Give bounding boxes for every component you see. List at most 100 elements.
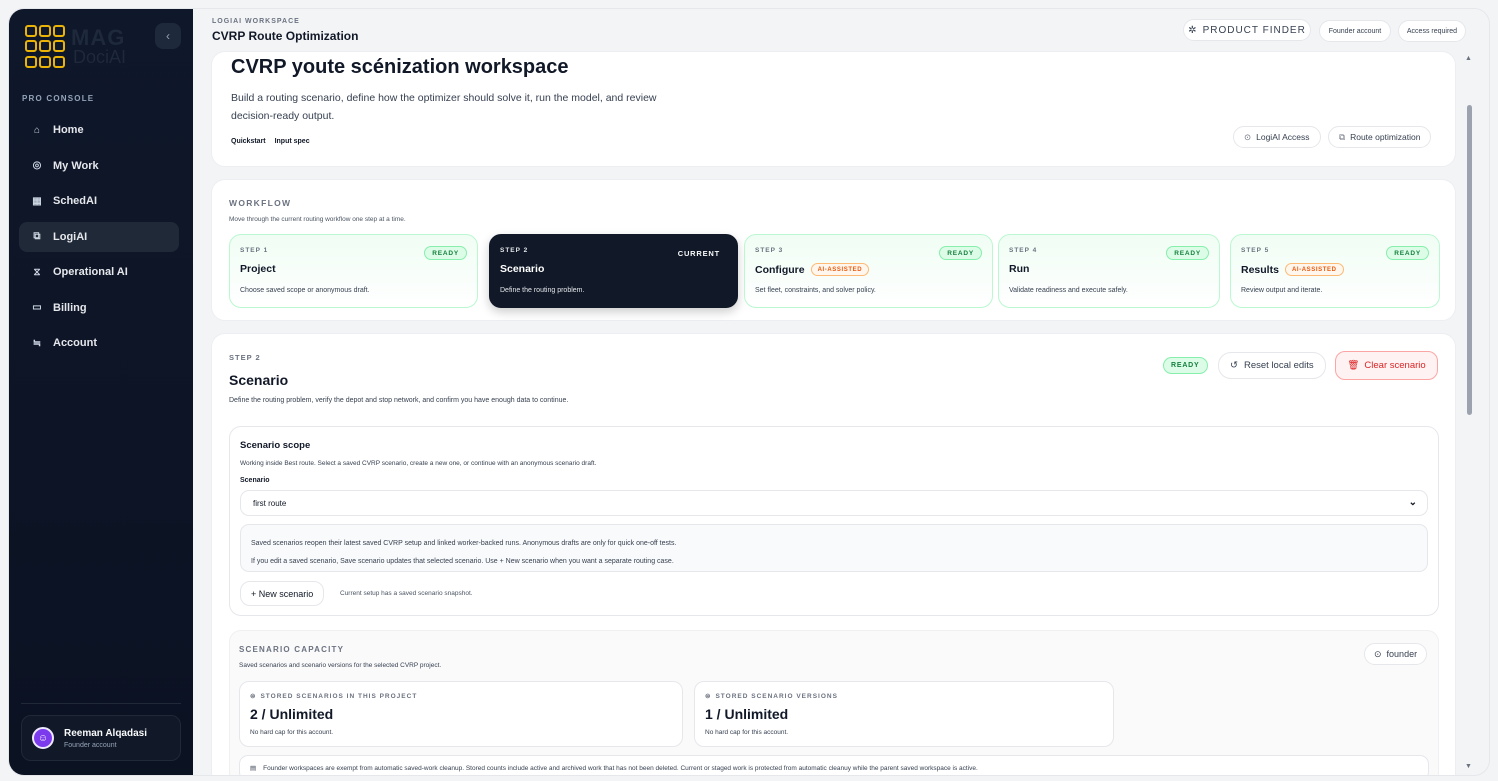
credit-card-icon: ▭ [32, 302, 42, 313]
scenario-select[interactable]: first route ⌄ [240, 490, 1428, 516]
calendar-icon: ▦ [32, 195, 42, 207]
sidebar-nav: ⌂ Home ◎ My Work ▦ SchedAI ⧉ LogiAI ⧖ Op… [19, 115, 179, 364]
database-icon: ⊜ [705, 693, 712, 700]
capacity-description: Saved scenarios and scenario versions fo… [239, 662, 442, 669]
home-icon: ⌂ [33, 124, 41, 136]
stat-value: 1 / Unlimited [705, 706, 789, 722]
hero-description: Build a routing scenario, define how the… [231, 92, 657, 122]
step-label: STEP 2 [229, 353, 261, 362]
logo-subtext: DociAI [73, 47, 127, 67]
founder-pill: ⊙ founder [1364, 643, 1428, 665]
reset-label: Reset local edits [1243, 360, 1314, 371]
clear-scenario-button[interactable]: 🗑 Clear scenario [1335, 351, 1438, 380]
chevron-down-icon: ⌄ [1408, 497, 1417, 508]
stored-versions-stat: ⊜ STORED SCENARIO VERSIONS 1 / Unlimited … [694, 681, 1114, 747]
undo-icon: ↺ [1230, 360, 1238, 371]
step-number: STEP 4 [1009, 247, 1038, 254]
scenario-select-value: first route [253, 498, 287, 508]
founder-account-badge: Founder account [1319, 20, 1391, 42]
sidebar-item-my-work[interactable]: ◎ My Work [19, 151, 179, 181]
sidebar-item-operational-ai[interactable]: ⧖ Operational AI [19, 257, 179, 287]
sidebar-item-billing[interactable]: ▭ Billing [19, 293, 179, 323]
status-badge: CURRENT [677, 248, 720, 258]
step-title: Project [240, 263, 276, 275]
ai-assisted-badge: AI-ASSISTED [810, 263, 870, 276]
status-badge: READY [939, 246, 982, 260]
collapse-sidebar-button[interactable]: ‹ [155, 23, 181, 49]
access-required-badge: Access required [1398, 20, 1466, 42]
capacity-footer-note: ▤ Founder workspaces are exempt from aut… [239, 755, 1429, 775]
avatar: ☺ [32, 727, 54, 749]
sparkle-icon: ✲ [1188, 24, 1198, 36]
stat-label: ⊜ STORED SCENARIOS IN THIS PROJECT [250, 693, 418, 700]
database-icon: ⊜ [250, 693, 257, 700]
user-role: Founder account [64, 741, 117, 749]
footer-text: Founder workspaces are exempt from autom… [263, 764, 978, 772]
tab-quickstart[interactable]: Quickstart [231, 138, 266, 145]
status-badge: READY [1163, 357, 1208, 374]
step-number: STEP 2 [500, 247, 529, 254]
hero-card: CVRP youte scénization workspace Build a… [211, 51, 1456, 167]
operations-icon: ⧖ [33, 266, 41, 278]
hero-title: CVRP youte scénization workspace [231, 56, 569, 78]
shield-icon: ⊙ [1244, 131, 1252, 142]
divider [21, 703, 181, 704]
vertical-scrollbar[interactable]: ▲ ▼ [1465, 55, 1474, 775]
workspace-label: LOGIAI WORKSPACE [212, 18, 300, 25]
sidebar: MAG DociAI ‹ PRO CONSOLE ⌂ Home ◎ My Wor… [9, 9, 193, 775]
step-number: STEP 3 [755, 247, 784, 254]
step-title: Results AI-ASSISTED [1241, 263, 1344, 276]
notice-line: Saved scenarios reopen their latest save… [251, 540, 677, 547]
workflow-step-run[interactable]: STEP 4 READY Run Validate readiness and … [998, 234, 1220, 308]
sidebar-item-label: SchedAI [53, 195, 98, 207]
workflow-step-configure[interactable]: STEP 3 READY Configure AI-ASSISTED Set fl… [744, 234, 993, 308]
sidebar-item-label: Billing [53, 301, 87, 314]
section-description: Define the routing problem, verify the d… [229, 397, 569, 404]
workflow-step-scenario[interactable]: STEP 2 CURRENT Scenario Define the routi… [489, 234, 738, 308]
content-scroll-area[interactable]: CVRP youte scénization workspace Build a… [211, 51, 1456, 775]
clear-label: Clear scenario [1364, 360, 1426, 371]
logiai-access-label: LogiAI Access [1256, 132, 1310, 142]
route-icon: ⧉ [33, 231, 41, 242]
sidebar-item-schedai[interactable]: ▦ SchedAI [19, 186, 179, 216]
sidebar-item-home[interactable]: ⌂ Home [19, 115, 179, 145]
status-badge: READY [424, 246, 467, 260]
sidebar-item-account[interactable]: ≒ Account [19, 328, 179, 358]
sidebar-item-label: LogiAI [53, 230, 88, 243]
section-label: PRO CONSOLE [22, 94, 95, 103]
sidebar-item-logiai[interactable]: ⧉ LogiAI [19, 221, 179, 252]
scroll-thumb[interactable] [1467, 105, 1472, 415]
app-window: MAG DociAI ‹ PRO CONSOLE ⌂ Home ◎ My Wor… [8, 8, 1490, 776]
step-description: Review output and iterate. [1241, 287, 1323, 294]
stat-label: ⊜ STORED SCENARIO VERSIONS [705, 693, 838, 700]
workflow-step-project[interactable]: STEP 1 READY Project Choose saved scope … [229, 234, 478, 308]
step-title: Scenario [500, 263, 545, 275]
scenario-scope-panel: Scenario scope Working inside Best route… [229, 426, 1439, 616]
status-badge: READY [1386, 246, 1429, 260]
logiai-access-pill[interactable]: ⊙ LogiAI Access [1233, 126, 1321, 148]
page-title: CVRP Route Optimization [212, 29, 359, 43]
route-optimization-pill[interactable]: ⧉ Route optimization [1328, 126, 1432, 148]
work-icon: ◎ [32, 160, 42, 171]
stat-note: No hard cap for this account. [705, 729, 789, 736]
tab-input-spec[interactable]: Input spec [275, 138, 310, 145]
step-description: Choose saved scope or anonymous draft. [240, 287, 370, 294]
top-header: LOGIAI WORKSPACE CVRP Route Optimization… [193, 9, 1489, 51]
reset-local-edits-button[interactable]: ↺ Reset local edits [1218, 352, 1326, 379]
scroll-down-icon[interactable]: ▼ [1465, 763, 1472, 770]
step-number: STEP 1 [240, 247, 269, 254]
stored-scenarios-stat: ⊜ STORED SCENARIOS IN THIS PROJECT 2 / Un… [239, 681, 683, 747]
product-finder-button[interactable]: ✲ PRODUCT FINDER [1183, 19, 1311, 41]
scroll-up-icon[interactable]: ▲ [1465, 55, 1472, 62]
step-title: Configure AI-ASSISTED [755, 263, 870, 276]
calendar-icon: ▤ [250, 765, 257, 772]
ai-assisted-badge: AI-ASSISTED [1284, 263, 1344, 276]
workflow-card: WORKFLOW Move through the current routin… [211, 179, 1456, 321]
sidebar-item-label: My Work [53, 159, 99, 172]
user-card[interactable]: ☺ Reeman Alqadasi Founder account [21, 715, 181, 761]
new-scenario-button[interactable]: + New scenario [240, 581, 325, 606]
stat-note: No hard cap for this account. [250, 729, 334, 736]
workflow-step-results[interactable]: STEP 5 READY Results AI-ASSISTED Review o… [1230, 234, 1440, 308]
chevron-left-icon: ‹ [166, 29, 170, 43]
status-badge: READY [1166, 246, 1209, 260]
